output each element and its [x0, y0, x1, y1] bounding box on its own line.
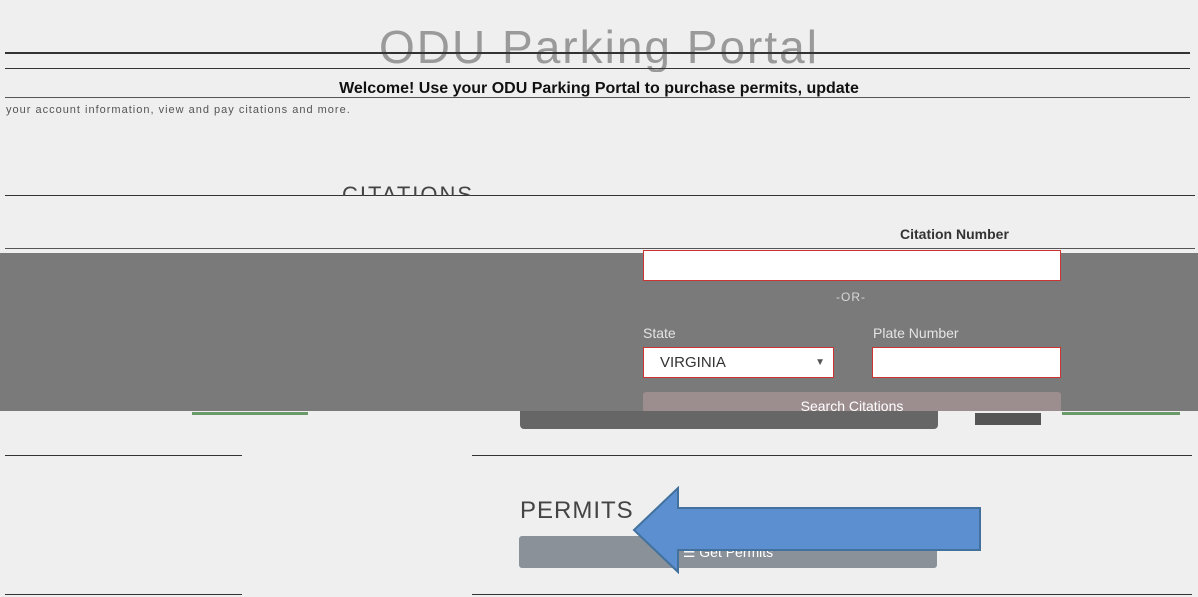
header-divider-top [5, 52, 1190, 54]
search-button-edge [975, 413, 1041, 425]
state-label: State [643, 325, 676, 341]
welcome-subtext: your account information, view and pay c… [6, 104, 351, 116]
search-citations-button[interactable]: Search Citations [643, 392, 1061, 411]
plate-number-input[interactable] [872, 347, 1061, 378]
section-divider-right [472, 455, 1192, 456]
annotation-arrow-icon [632, 486, 981, 574]
citation-number-label: Citation Number [900, 226, 1009, 242]
citations-divider [5, 195, 1195, 196]
header-divider-mid [5, 68, 1190, 69]
page-title: ODU Parking Portal [379, 22, 819, 72]
permits-heading: PERMITS [520, 497, 634, 524]
plate-number-label: Plate Number [873, 325, 959, 341]
state-select-value: VIRGINIA [660, 354, 726, 371]
search-button-shadow [520, 411, 938, 429]
footer-divider-right [472, 594, 1192, 595]
accent-line-right [1062, 412, 1180, 415]
welcome-text: Welcome! Use your ODU Parking Portal to … [339, 80, 859, 97]
citations-divider-lower [5, 248, 1195, 249]
accent-line-left [192, 412, 308, 415]
citation-number-input[interactable] [643, 250, 1061, 281]
chevron-down-icon: ▼ [815, 357, 825, 368]
section-divider-left [5, 455, 242, 456]
state-select[interactable]: VIRGINIA ▼ [643, 347, 834, 378]
citations-heading: CITATIONS [342, 182, 475, 196]
or-separator: -OR- [836, 290, 866, 304]
footer-divider-left [5, 594, 242, 595]
welcome-divider [5, 97, 1190, 98]
